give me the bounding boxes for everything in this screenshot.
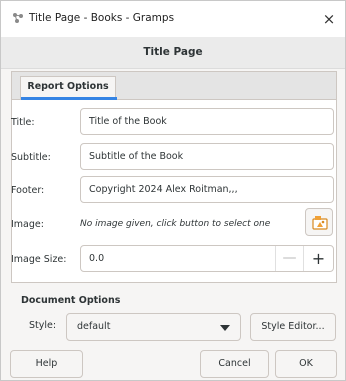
- tab-label: Report Options: [27, 81, 109, 92]
- help-button[interactable]: Help: [10, 350, 83, 378]
- footer-label: Footer:: [11, 185, 45, 196]
- style-label: Style:: [29, 320, 57, 331]
- style-selected-value: default: [77, 321, 111, 332]
- decrement-button[interactable]: —: [275, 246, 303, 271]
- image-label: Image:: [11, 219, 44, 230]
- image-size-label: Image Size:: [11, 254, 67, 265]
- dialog-window: Title Page - Books - Gramps × Title Page…: [0, 0, 346, 381]
- subtitle-field[interactable]: Subtitle of the Book: [80, 143, 334, 170]
- style-editor-button[interactable]: Style Editor...: [250, 313, 336, 341]
- tab-strip: Report Options: [12, 72, 336, 100]
- style-dropdown[interactable]: default: [66, 313, 241, 341]
- tab-report-options[interactable]: Report Options: [20, 76, 117, 100]
- title-bar: Title Page - Books - Gramps ×: [1, 1, 345, 37]
- document-options-heading: Document Options: [21, 295, 121, 306]
- footer-field[interactable]: Copyright 2024 Alex Roitman,,,: [80, 176, 334, 203]
- cancel-button[interactable]: Cancel: [200, 350, 269, 378]
- dialog-title: Title Page: [143, 46, 203, 58]
- select-image-button[interactable]: [305, 208, 333, 236]
- ok-button[interactable]: OK: [275, 350, 337, 378]
- increment-button[interactable]: +: [303, 246, 333, 271]
- image-size-spinbutton[interactable]: 0.0 — +: [80, 245, 334, 272]
- title-label: Title:: [11, 117, 35, 128]
- active-tab-indicator: [21, 97, 117, 100]
- subtitle-label: Subtitle:: [11, 152, 51, 163]
- dropdown-arrow-icon: [220, 325, 230, 331]
- gramps-app-icon: [11, 11, 25, 25]
- close-icon[interactable]: ×: [317, 7, 341, 31]
- dialog-header: Title Page: [1, 37, 345, 69]
- image-select-icon: [312, 216, 328, 230]
- image-hint: No image given, click button to select o…: [80, 219, 271, 229]
- title-field[interactable]: Title of the Book: [80, 108, 334, 135]
- image-size-value[interactable]: 0.0: [89, 246, 104, 271]
- window-title: Title Page - Books - Gramps: [29, 12, 175, 24]
